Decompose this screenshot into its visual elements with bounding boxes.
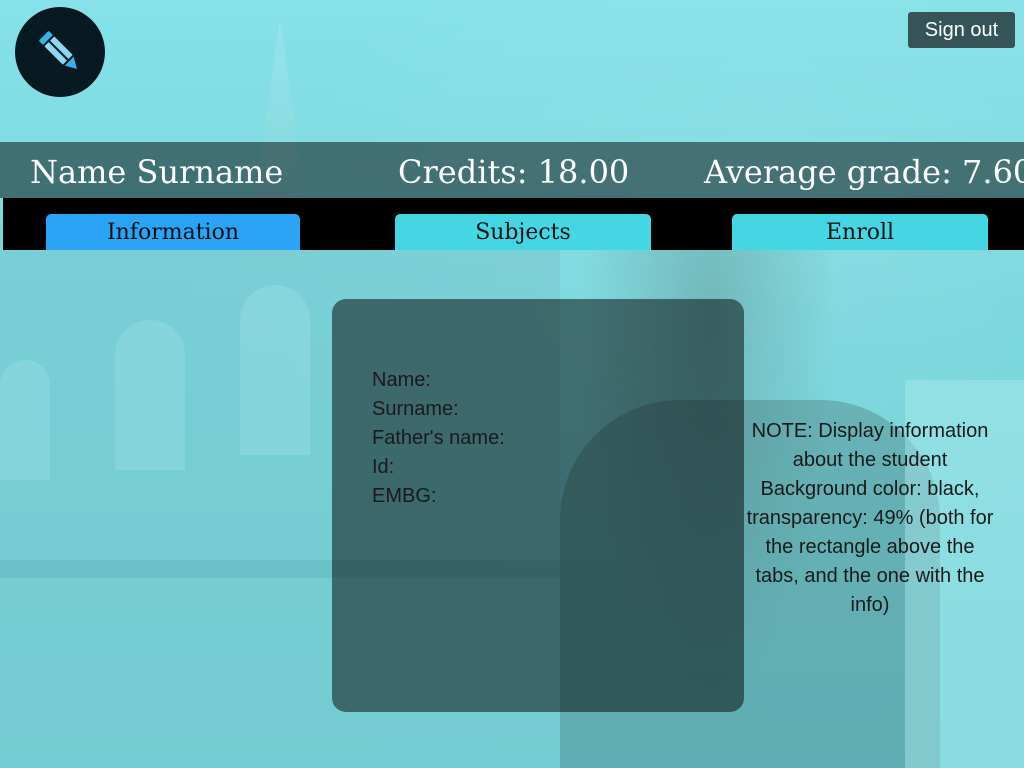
background-arch — [0, 360, 50, 480]
design-note: NOTE: Display information about the stud… — [746, 420, 994, 616]
info-field-name: Name: — [372, 369, 431, 391]
average-grade-text: Average grade: 7.60 — [704, 153, 1024, 191]
pencil-icon — [37, 29, 80, 72]
student-info-list: Name: Surname: Father's name: Id: EMBG: — [372, 366, 505, 511]
info-field-embg: EMBG: — [372, 485, 437, 507]
background-arch — [115, 320, 185, 470]
info-field-fathers-name: Father's name: — [372, 427, 505, 449]
tab-subjects[interactable]: Subjects — [395, 214, 651, 250]
tab-information[interactable]: Information — [46, 214, 300, 250]
student-name: Name Surname — [30, 153, 284, 191]
tab-enroll[interactable]: Enroll — [732, 214, 988, 250]
background-arch — [240, 285, 310, 455]
info-field-surname: Surname: — [372, 398, 459, 420]
credits-text: Credits: 18.00 — [398, 153, 630, 191]
sign-out-button[interactable]: Sign out — [908, 12, 1015, 48]
info-field-id: Id: — [372, 456, 395, 478]
app-logo — [15, 7, 105, 97]
